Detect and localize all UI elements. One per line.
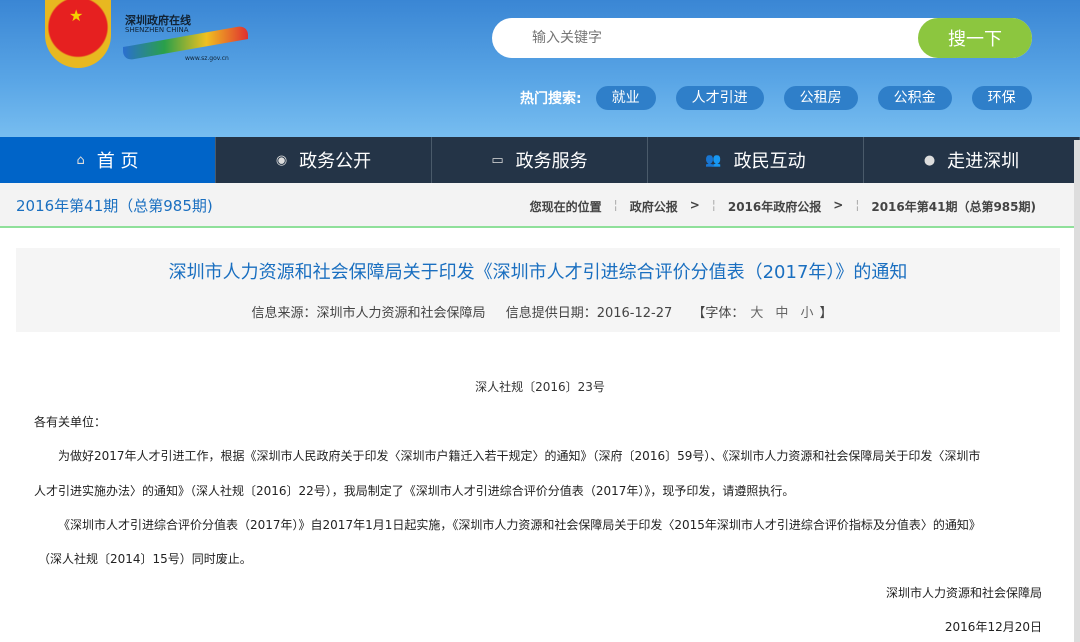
font-large-button[interactable]: 大 bbox=[750, 306, 763, 321]
breadcrumb-current[interactable]: 2016年第41期（总第985期) bbox=[871, 198, 1036, 215]
font-size-label: 【字体： bbox=[692, 306, 745, 321]
breadcrumb-separator: > bbox=[689, 198, 700, 212]
users-icon: 👥 bbox=[705, 152, 722, 168]
main-nav: ⌂ 首 页 ◉ 政务公开 ▭ 政务服务 👥 政民互动 ● 走进深圳 bbox=[0, 137, 1080, 183]
body-line: 为做好2017年人才引进工作，根据《深圳市人民政府关于印发〈深圳市户籍迁入若干规… bbox=[58, 449, 981, 463]
home-icon: ⌂ bbox=[76, 152, 85, 168]
article-source: 信息来源：深圳市人力资源和社会保障局 bbox=[251, 306, 486, 321]
nav-gov-affairs[interactable]: ◉ 政务公开 bbox=[216, 137, 432, 183]
hot-tag[interactable]: 公积金 bbox=[877, 86, 952, 110]
font-size-end: 】 bbox=[819, 306, 833, 321]
search-box: 搜一下 bbox=[492, 18, 1032, 58]
breadcrumb-link[interactable]: 政府公报 bbox=[630, 198, 678, 215]
article-meta: 信息来源：深圳市人力资源和社会保障局 信息提供日期：2016-12-27 【字体… bbox=[16, 302, 1060, 321]
hot-tag[interactable]: 环保 bbox=[971, 86, 1032, 110]
body-line: 人才引进实施办法〉的通知》（深人社规〔2016〕22号），我局制定了《深圳市人才… bbox=[34, 484, 795, 498]
hot-label: 热门搜索: bbox=[520, 91, 582, 107]
hot-tag[interactable]: 就业 bbox=[595, 86, 656, 110]
nav-home[interactable]: ⌂ 首 页 bbox=[0, 137, 216, 183]
news-icon: ◉ bbox=[275, 152, 288, 168]
hot-tag[interactable]: 公租房 bbox=[783, 86, 858, 110]
breadcrumb-label: 您现在的位置 bbox=[529, 200, 602, 214]
chat-icon: ● bbox=[923, 152, 936, 168]
issue-title: 2016年第41期（总第985期) bbox=[16, 197, 213, 215]
logo-url: www.sz.gov.cn bbox=[185, 55, 229, 62]
nav-interaction[interactable]: 👥 政民互动 bbox=[648, 137, 864, 183]
salutation: 各有关单位： bbox=[34, 415, 107, 429]
font-small-button[interactable]: 小 bbox=[800, 306, 813, 321]
header: ★ 深圳政府在线 SHENZHEN CHINA www.sz.gov.cn 搜一… bbox=[0, 0, 1080, 137]
monitor-icon: ▭ bbox=[491, 152, 504, 168]
site-logo[interactable]: 深圳政府在线 SHENZHEN CHINA www.sz.gov.cn bbox=[123, 12, 248, 62]
breadcrumb-separator: > bbox=[833, 198, 844, 212]
article-title: 深圳市人力资源和社会保障局关于印发《深圳市人才引进综合评价分值表（2017年）》… bbox=[168, 262, 908, 283]
search-input[interactable] bbox=[532, 18, 912, 58]
body-line: 《深圳市人才引进综合评价分值表（2017年）》自2017年1月1日起实施，《深圳… bbox=[58, 518, 981, 532]
national-emblem-logo: ★ bbox=[45, 0, 111, 68]
body-line: （深人社规〔2014〕15号）同时废止。 bbox=[38, 552, 252, 566]
font-medium-button[interactable]: 中 bbox=[775, 306, 788, 321]
breadcrumb-link[interactable]: 2016年政府公报 bbox=[728, 198, 821, 215]
hot-searches: 热门搜索: 就业 人才引进 公租房 公积金 环保 bbox=[520, 86, 1052, 110]
search-button[interactable]: 搜一下 bbox=[918, 18, 1032, 58]
breadcrumb-bar: 2016年第41期（总第985期) 您现在的位置 ¦ 政府公报 > ¦ 2016年政… bbox=[0, 183, 1080, 228]
hot-tag[interactable]: 人才引进 bbox=[675, 86, 764, 110]
nav-about-shenzhen[interactable]: ● 走进深圳 bbox=[864, 137, 1080, 183]
scrollbar[interactable] bbox=[1074, 140, 1080, 642]
article-date: 信息提供日期：2016-12-27 bbox=[505, 306, 673, 321]
sign-date: 2016年12月20日 bbox=[944, 620, 1042, 634]
breadcrumb: 您现在的位置 ¦ 政府公报 > ¦ 2016年政府公报 > ¦ 2016年第41期（总… bbox=[529, 198, 1036, 215]
logo-en: SHENZHEN CHINA bbox=[125, 26, 189, 34]
article-header: 深圳市人力资源和社会保障局关于印发《深圳市人才引进综合评价分值表（2017年）》… bbox=[16, 248, 1060, 332]
signer: 深圳市人力资源和社会保障局 bbox=[885, 586, 1042, 600]
document-number: 深人社规〔2016〕23号 bbox=[475, 380, 605, 394]
nav-gov-services[interactable]: ▭ 政务服务 bbox=[432, 137, 648, 183]
